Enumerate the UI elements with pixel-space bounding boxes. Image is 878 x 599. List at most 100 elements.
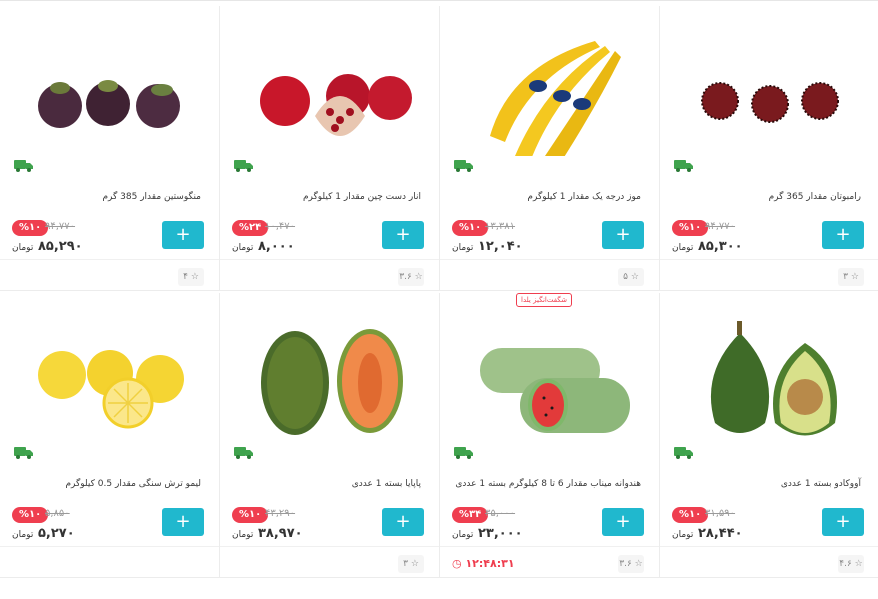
rating: ۳ ☆ — [838, 268, 864, 286]
currency-label: تومان — [12, 530, 34, 540]
discount-badge: %۳۴ — [452, 507, 489, 523]
delivery-truck-icon — [14, 160, 33, 172]
divider — [660, 546, 878, 547]
discount-badge: %۲۴ — [232, 220, 269, 236]
discount-badge: %۱۰ — [672, 220, 709, 236]
price: ۳۸,۹۷۰ — [258, 526, 303, 541]
add-to-cart-button[interactable]: + — [822, 508, 864, 536]
rating-value: ۴ — [183, 272, 188, 282]
star-icon: ☆ — [410, 559, 419, 569]
currency-label: تومان — [12, 243, 34, 253]
product-card-lemon[interactable]: لیمو ترش سنگی مقدار 0.5 کیلوگرم + %۱۰ ۵,… — [0, 293, 220, 578]
mangosteen-image — [38, 80, 180, 128]
add-to-cart-button[interactable]: + — [162, 221, 204, 249]
divider — [440, 259, 659, 260]
rating-value: ۴.۶ — [839, 559, 852, 569]
rating: ۳.۶ ☆ — [398, 268, 424, 286]
price: ۸۵,۳۰۰ — [698, 239, 743, 254]
price: ۵,۲۷۰ — [38, 526, 75, 541]
divider — [440, 546, 659, 547]
rating: ۳.۶ ☆ — [618, 555, 644, 573]
divider — [220, 259, 439, 260]
add-to-cart-button[interactable]: + — [602, 508, 644, 536]
watermelon-image — [480, 348, 630, 433]
product-title[interactable]: منگوستین مقدار 385 گرم — [11, 192, 201, 202]
star-icon: ☆ — [630, 272, 639, 282]
old-price: ۱۰,۴۷۰ — [265, 221, 296, 232]
star-icon: ☆ — [414, 272, 423, 282]
discount-badge: %۱۰ — [672, 507, 709, 523]
countdown-timer: ◷ ۱۲:۴۸:۳۱ — [452, 555, 515, 573]
rating-value: ۳.۶ — [619, 559, 632, 569]
divider — [0, 259, 219, 260]
product-title[interactable]: هندوانه میناب مقدار 6 تا 8 کیلوگرم بسته … — [451, 479, 641, 489]
product-grid: منگوستین مقدار 385 گرم + %۱۰ ۹۴,۷۷۰ ۸۵,۲… — [0, 0, 878, 599]
old-price: ۵,۸۵۰ — [45, 508, 70, 519]
product-title[interactable]: پاپایا بسته 1 عددی — [231, 479, 421, 489]
product-card-papaya[interactable]: پاپایا بسته 1 عددی + %۱۰ ۴۳,۲۹۰ ۳۸,۹۷۰ ت… — [220, 293, 440, 578]
discount-badge: %۱۰ — [452, 220, 489, 236]
old-price: ۴۳,۲۹۰ — [265, 508, 296, 519]
price: ۸۵,۲۹۰ — [38, 239, 83, 254]
product-title[interactable]: موز درجه یک مقدار 1 کیلوگرم — [451, 192, 641, 202]
rating: ۴ ☆ — [178, 268, 204, 286]
discount-badge: %۱۰ — [232, 507, 269, 523]
add-to-cart-button[interactable]: + — [162, 508, 204, 536]
product-card-banana[interactable]: موز درجه یک مقدار 1 کیلوگرم + %۱۰ ۱۳,۳۸۱… — [440, 6, 660, 291]
pomegranate-image — [260, 74, 412, 136]
add-to-cart-button[interactable]: + — [382, 508, 424, 536]
lemon-image — [38, 350, 184, 429]
rating: ۵ ☆ — [618, 268, 644, 286]
divider — [0, 546, 219, 547]
rating-value: ۳.۶ — [399, 272, 412, 282]
old-price: ۳۱,۵۹۰ — [705, 508, 736, 519]
add-to-cart-button[interactable]: + — [602, 221, 644, 249]
currency-label: تومان — [672, 243, 694, 253]
rating-value: ۵ — [623, 272, 628, 282]
currency-label: تومان — [232, 243, 254, 253]
product-card-watermelon[interactable]: شگفت‌انگیز یلدا هندوانه میناب مقدار 6 تا… — [440, 293, 660, 578]
rating: ۴.۶ ☆ — [838, 555, 864, 573]
old-price: ۱۳,۳۸۱ — [485, 221, 516, 232]
divider — [660, 259, 878, 260]
product-title[interactable]: رامبوتان مقدار 365 گرم — [671, 192, 861, 202]
delivery-truck-icon — [234, 447, 253, 459]
avocado-image — [710, 321, 837, 436]
rating-value: ۳ — [403, 559, 408, 569]
banana-image — [490, 41, 621, 156]
price: ۲۸,۴۴۰ — [698, 526, 743, 541]
add-to-cart-button[interactable]: + — [382, 221, 424, 249]
product-title[interactable]: انار دست چین مقدار 1 کیلوگرم — [231, 192, 421, 202]
product-card-avocado[interactable]: آووکادو بسته 1 عددی + %۱۰ ۳۱,۵۹۰ ۲۸,۴۴۰ … — [660, 293, 878, 578]
rating: ۳ ☆ — [398, 555, 424, 573]
divider — [220, 546, 439, 547]
delivery-truck-icon — [454, 447, 473, 459]
delivery-truck-icon — [14, 447, 33, 459]
old-price: ۹۴,۷۷۰ — [45, 221, 76, 232]
price: ۲۳,۰۰۰ — [478, 526, 523, 541]
product-card-rambutan[interactable]: رامبوتان مقدار 365 گرم + %۱۰ ۹۴,۷۷۰ ۸۵,۳… — [660, 6, 878, 291]
product-title[interactable]: لیمو ترش سنگی مقدار 0.5 کیلوگرم — [11, 479, 201, 489]
star-icon: ☆ — [634, 559, 643, 569]
discount-badge: %۱۰ — [12, 220, 49, 236]
delivery-truck-icon — [674, 447, 693, 459]
old-price: ۳۵,۰۰۰ — [485, 508, 516, 519]
product-card-mangosteen[interactable]: منگوستین مقدار 385 گرم + %۱۰ ۹۴,۷۷۰ ۸۵,۲… — [0, 6, 220, 291]
star-icon: ☆ — [854, 559, 863, 569]
timer-value: ۱۲:۴۸:۳۱ — [465, 557, 515, 570]
papaya-image — [261, 329, 403, 435]
price: ۸,۰۰۰ — [258, 239, 295, 254]
currency-label: تومان — [452, 243, 474, 253]
currency-label: تومان — [672, 530, 694, 540]
discount-badge: %۱۰ — [12, 507, 49, 523]
clock-icon: ◷ — [452, 557, 462, 570]
star-icon: ☆ — [190, 272, 199, 282]
product-card-pomegranate[interactable]: انار دست چین مقدار 1 کیلوگرم + %۲۴ ۱۰,۴۷… — [220, 6, 440, 291]
currency-label: تومان — [452, 530, 474, 540]
delivery-truck-icon — [234, 160, 253, 172]
delivery-truck-icon — [674, 160, 693, 172]
add-to-cart-button[interactable]: + — [822, 221, 864, 249]
delivery-truck-icon — [454, 160, 473, 172]
product-title[interactable]: آووکادو بسته 1 عددی — [671, 479, 861, 489]
price: ۱۲,۰۴۰ — [478, 239, 523, 254]
